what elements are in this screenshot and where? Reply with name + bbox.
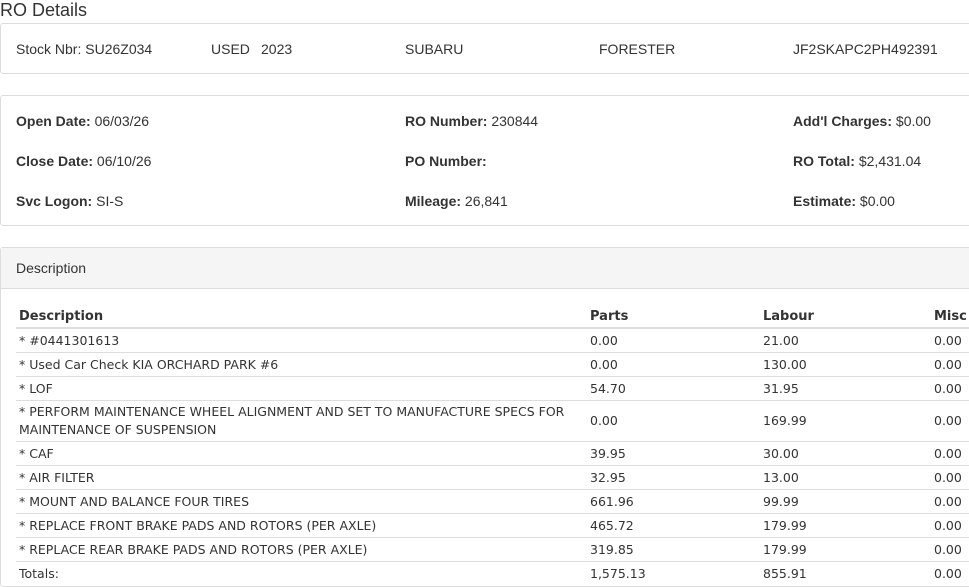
vehicle-panel: Stock Nbr: SU26Z034 USED 2023 SUBARU FOR… — [0, 23, 969, 74]
cell-misc: 0.00 — [931, 400, 969, 442]
cell-parts: 0.00 — [587, 352, 760, 377]
ro-total: RO Total: $2,431.04 — [793, 153, 921, 169]
column-header-labour: Labour — [760, 305, 931, 329]
cell-labour: 179.99 — [760, 513, 931, 538]
cell-misc: 0.00 — [931, 376, 969, 401]
cell-parts: 0.00 — [587, 327, 760, 353]
cell-labour: 99.99 — [760, 489, 931, 514]
ro-number-label: RO Number: — [405, 113, 488, 129]
mileage: Mileage: 26,841 — [405, 193, 508, 209]
cell-misc: 0.00 — [931, 537, 969, 562]
cell-description: * PERFORM MAINTENANCE WHEEL ALIGNMENT AN… — [16, 400, 587, 442]
po-number: PO Number: — [405, 153, 487, 169]
mileage-value: 26,841 — [464, 193, 508, 209]
cell-misc: 0.00 — [931, 489, 969, 514]
estimate-value: $0.00 — [859, 193, 895, 209]
cell-description: * REPLACE REAR BRAKE PADS AND ROTORS (PE… — [16, 537, 587, 562]
cell-parts: 319.85 — [587, 537, 760, 562]
cell-description: * AIR FILTER — [16, 465, 587, 490]
table-row: * REPLACE REAR BRAKE PADS AND ROTORS (PE… — [16, 537, 969, 562]
cell-labour: 130.00 — [760, 352, 931, 377]
table-row: * Used Car Check KIA ORCHARD PARK #6 0.0… — [16, 352, 969, 377]
table-row: * #0441301613 0.00 21.00 0.00 — [16, 327, 969, 353]
cell-description: * Used Car Check KIA ORCHARD PARK #6 — [16, 352, 587, 377]
totals-label: Totals: — [16, 561, 587, 585]
cell-description: * CAF — [16, 441, 587, 466]
ro-total-label: RO Total: — [793, 153, 855, 169]
description-panel-heading: Description — [16, 260, 87, 276]
cell-labour: 13.00 — [760, 465, 931, 490]
cell-parts: 465.72 — [587, 513, 760, 538]
po-number-label: PO Number: — [405, 153, 487, 169]
vehicle-year: 2023 — [261, 41, 293, 57]
svc-logon: Svc Logon: SI-S — [16, 193, 123, 209]
table-row: * LOF 54.70 31.95 0.00 — [16, 376, 969, 401]
cell-misc: 0.00 — [931, 352, 969, 377]
cell-description: * MOUNT AND BALANCE FOUR TIRES — [16, 489, 587, 514]
vehicle-model: FORESTER — [599, 41, 676, 57]
cell-description: * #0441301613 — [16, 327, 587, 353]
svc-logon-label: Svc Logon: — [16, 193, 93, 209]
totals-row: Totals: 1,575.13 855.91 0.00 — [16, 561, 969, 585]
mileage-label: Mileage: — [405, 193, 462, 209]
close-date-label: Close Date: — [16, 153, 94, 169]
stock-number: Stock Nbr: SU26Z034 — [16, 41, 153, 57]
totals-labour: 855.91 — [760, 561, 931, 585]
cell-labour: 21.00 — [760, 327, 931, 353]
table-row: * PERFORM MAINTENANCE WHEEL ALIGNMENT AN… — [16, 400, 969, 442]
cell-misc: 0.00 — [931, 441, 969, 466]
cell-parts: 54.70 — [587, 376, 760, 401]
estimate: Estimate: $0.00 — [793, 193, 895, 209]
open-date-value: 06/03/26 — [94, 113, 150, 129]
cell-misc: 0.00 — [931, 513, 969, 538]
ro-number-value: 230844 — [491, 113, 539, 129]
table-row: * AIR FILTER 32.95 13.00 0.00 — [16, 465, 969, 490]
description-panel: Description Description Parts Labour Mis… — [0, 247, 969, 587]
page-title: RO Details — [0, 0, 88, 20]
addl-charges-label: Add'l Charges: — [793, 113, 893, 129]
svc-logon-value: SI-S — [96, 193, 124, 209]
close-date-value: 06/10/26 — [96, 153, 152, 169]
cell-labour: 179.99 — [760, 537, 931, 562]
vehicle-condition: USED — [211, 41, 250, 57]
ro-total-value: $2,431.04 — [858, 153, 922, 169]
cell-parts: 0.00 — [587, 400, 760, 442]
totals-misc: 0.00 — [931, 561, 969, 585]
ro-info-panel: Open Date: 06/03/26 Close Date: 06/10/26… — [0, 95, 969, 226]
cell-parts: 32.95 — [587, 465, 760, 490]
column-header-description: Description — [16, 305, 587, 329]
cell-parts: 39.95 — [587, 441, 760, 466]
ro-number: RO Number: 230844 — [405, 113, 538, 129]
vehicle-make: SUBARU — [405, 41, 464, 57]
cell-description: * REPLACE FRONT BRAKE PADS AND ROTORS (P… — [16, 513, 587, 538]
totals-parts: 1,575.13 — [587, 561, 760, 585]
table-row: * CAF 39.95 30.00 0.00 — [16, 441, 969, 466]
table-row: * MOUNT AND BALANCE FOUR TIRES 661.96 99… — [16, 489, 969, 514]
estimate-label: Estimate: — [793, 193, 857, 209]
table-row: * REPLACE FRONT BRAKE PADS AND ROTORS (P… — [16, 513, 969, 538]
column-header-misc: Misc — [931, 305, 969, 329]
column-header-parts: Parts — [587, 305, 760, 329]
cell-labour: 169.99 — [760, 400, 931, 442]
cell-misc: 0.00 — [931, 465, 969, 490]
cell-parts: 661.96 — [587, 489, 760, 514]
open-date-label: Open Date: — [16, 113, 91, 129]
cell-description: * LOF — [16, 376, 587, 401]
cell-misc: 0.00 — [931, 327, 969, 353]
close-date: Close Date: 06/10/26 — [16, 153, 151, 169]
table-header-row: Description Parts Labour Misc — [16, 305, 969, 329]
open-date: Open Date: 06/03/26 — [16, 113, 149, 129]
ro-lines-table: Description Parts Labour Misc * #0441301… — [16, 305, 969, 585]
cell-labour: 30.00 — [760, 441, 931, 466]
cell-labour: 31.95 — [760, 376, 931, 401]
description-panel-header: Description — [1, 248, 969, 289]
addl-charges: Add'l Charges: $0.00 — [793, 113, 931, 129]
vehicle-vin: JF2SKAPC2PH492391 — [793, 41, 938, 57]
addl-charges-value: $0.00 — [895, 113, 931, 129]
